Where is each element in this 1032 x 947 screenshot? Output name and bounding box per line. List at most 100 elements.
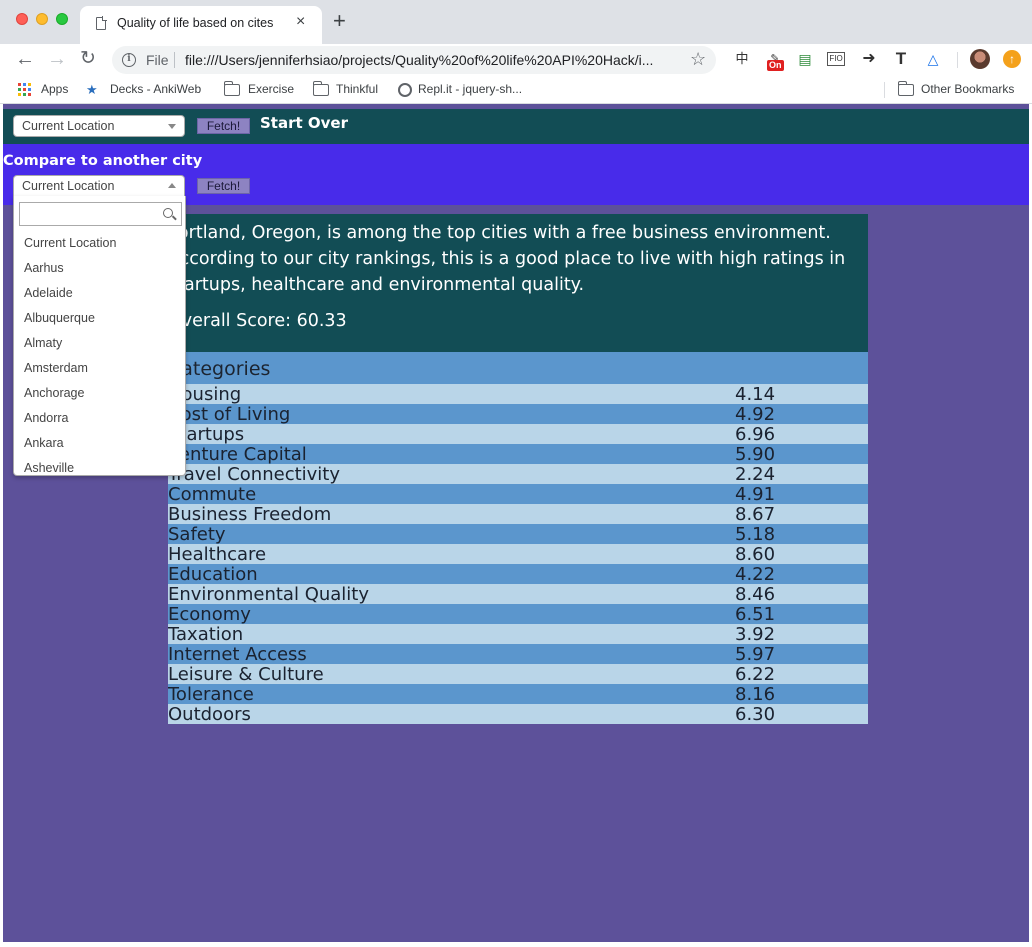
forward-arrow-icon[interactable]: → — [47, 47, 67, 71]
category-score: 3.92 — [735, 624, 776, 644]
new-tab-button[interactable]: + — [333, 9, 346, 33]
category-row: Housing 4.14 — [168, 384, 868, 404]
category-row: Cost of Living 4.92 — [168, 404, 868, 424]
url-text[interactable]: file:///Users/jenniferhsiao/projects/Qua… — [185, 52, 679, 68]
bookmark-star-icon[interactable]: ☆ — [690, 49, 706, 70]
window-minimize-button[interactable] — [36, 13, 48, 25]
category-score: 4.92 — [735, 404, 776, 424]
dropdown-option[interactable]: Current Location — [14, 231, 185, 256]
text-extension-icon[interactable]: T — [892, 50, 910, 68]
category-score: 4.91 — [735, 484, 776, 504]
dropdown-option[interactable]: Amsterdam — [14, 356, 185, 381]
category-name: Internet Access — [168, 644, 307, 664]
category-score: 5.97 — [735, 644, 776, 664]
category-score: 8.16 — [735, 684, 776, 704]
compare-city-select[interactable]: Current Location — [13, 175, 185, 197]
bookmark-exercise[interactable]: Exercise — [248, 82, 294, 96]
dropdown-search-input[interactable] — [19, 202, 182, 226]
compare-fetch-button[interactable]: Fetch! — [197, 178, 250, 194]
apps-grid-icon[interactable] — [18, 83, 31, 96]
chevron-up-icon — [168, 183, 176, 188]
city-select-value: Current Location — [22, 119, 115, 133]
category-name: Outdoors — [168, 704, 251, 724]
category-score: 5.90 — [735, 444, 776, 464]
dropdown-option[interactable]: Asheville — [14, 456, 185, 475]
compare-label: Compare to another city — [3, 153, 203, 169]
category-row: Taxation 3.92 — [168, 624, 868, 644]
category-row: Outdoors 6.30 — [168, 704, 868, 724]
categories-heading: Categories — [168, 352, 868, 384]
url-scheme: File — [146, 52, 169, 68]
window-maximize-button[interactable] — [56, 13, 68, 25]
update-icon[interactable]: ↑ — [1003, 50, 1021, 68]
dropdown-option[interactable]: Adelaide — [14, 281, 185, 306]
category-name: Taxation — [168, 624, 244, 644]
browser-tab-bar: Quality of life based on cites × + — [0, 0, 1032, 44]
category-row: Business Freedom 8.67 — [168, 504, 868, 524]
dropdown-option[interactable]: Andorra — [14, 406, 185, 431]
category-name: Safety — [168, 524, 226, 544]
fio-extension-icon[interactable]: FIO — [827, 52, 845, 66]
bookmark-replit[interactable]: Repl.it - jquery-sh... — [418, 82, 522, 96]
category-score: 6.22 — [735, 664, 776, 684]
category-score: 2.24 — [735, 464, 776, 484]
dropdown-option[interactable]: Anchorage — [14, 381, 185, 406]
city-summary: Portland, Oregon, is among the top citie… — [168, 214, 868, 352]
category-row: Venture Capital 5.90 — [168, 444, 868, 464]
folder-icon — [223, 81, 240, 96]
dropdown-option[interactable]: Ankara — [14, 431, 185, 456]
category-score: 8.60 — [735, 544, 776, 564]
category-name: Commute — [168, 484, 257, 504]
header-bar: Current Location Fetch! Start Over — [3, 109, 1029, 144]
tab-close-icon[interactable]: × — [296, 13, 305, 31]
category-name: Travel Connectivity — [168, 464, 341, 484]
url-separator — [174, 52, 175, 68]
browser-tab[interactable]: Quality of life based on cites × — [80, 6, 322, 44]
address-bar[interactable]: i File file:///Users/jenniferhsiao/proje… — [112, 46, 716, 74]
replit-icon — [398, 83, 412, 97]
bookmark-ankiweb[interactable]: Decks - AnkiWeb — [110, 82, 201, 96]
document-extension-icon[interactable]: ▤ — [797, 50, 813, 68]
other-bookmarks[interactable]: Other Bookmarks — [921, 82, 1014, 96]
dropdown-option[interactable]: Albuquerque — [14, 306, 185, 331]
city-select[interactable]: Current Location — [13, 115, 185, 137]
category-name: Cost of Living — [168, 404, 291, 424]
translate-extension-icon[interactable]: 中 — [733, 50, 751, 68]
category-row: Travel Connectivity 2.24 — [168, 464, 868, 484]
triangle-extension-icon[interactable]: △ — [924, 50, 942, 68]
share-arrow-icon[interactable]: ➜ — [860, 50, 878, 68]
category-name: Business Freedom — [168, 504, 332, 524]
start-over-link[interactable]: Start Over — [260, 114, 348, 132]
anki-icon: ★ — [86, 82, 98, 97]
fetch-button[interactable]: Fetch! — [197, 118, 250, 134]
bookmark-apps[interactable]: Apps — [41, 82, 68, 96]
category-row: Education 4.22 — [168, 564, 868, 584]
category-row: Internet Access 5.97 — [168, 644, 868, 664]
dropdown-option[interactable]: Aarhus — [14, 256, 185, 281]
browser-toolbar: ← → ↻ i File file:///Users/jenniferhsiao… — [0, 44, 1032, 76]
category-name: Leisure & Culture — [168, 664, 324, 684]
summary-text: Portland, Oregon, is among the top citie… — [168, 223, 846, 295]
info-icon[interactable]: i — [122, 53, 136, 67]
bookmark-thinkful[interactable]: Thinkful — [336, 82, 378, 96]
category-name: Healthcare — [168, 544, 267, 564]
category-score: 4.22 — [735, 564, 776, 584]
document-icon — [96, 16, 107, 30]
reload-icon[interactable]: ↻ — [80, 47, 96, 71]
category-name: Tolerance — [168, 684, 254, 704]
window-close-button[interactable] — [16, 13, 28, 25]
category-row: Tolerance 8.16 — [168, 684, 868, 704]
category-name: Environmental Quality — [168, 584, 370, 604]
bookmarks-bar: Apps ★ Decks - AnkiWeb Exercise Thinkful… — [0, 76, 1032, 104]
city-dropdown: Current Location Aarhus Adelaide Albuquerqu… — [13, 196, 186, 476]
category-name: Venture Capital — [168, 444, 307, 464]
category-row: Environmental Quality 8.46 — [168, 584, 868, 604]
back-arrow-icon[interactable]: ← — [15, 47, 35, 71]
dropdown-option[interactable]: Almaty — [14, 331, 185, 356]
category-row: Commute 4.91 — [168, 484, 868, 504]
category-row: Leisure & Culture 6.22 — [168, 664, 868, 684]
profile-avatar[interactable] — [970, 49, 990, 69]
extension-badge: On — [767, 60, 784, 71]
folder-icon — [312, 81, 329, 96]
tab-title: Quality of life based on cites — [117, 16, 274, 30]
